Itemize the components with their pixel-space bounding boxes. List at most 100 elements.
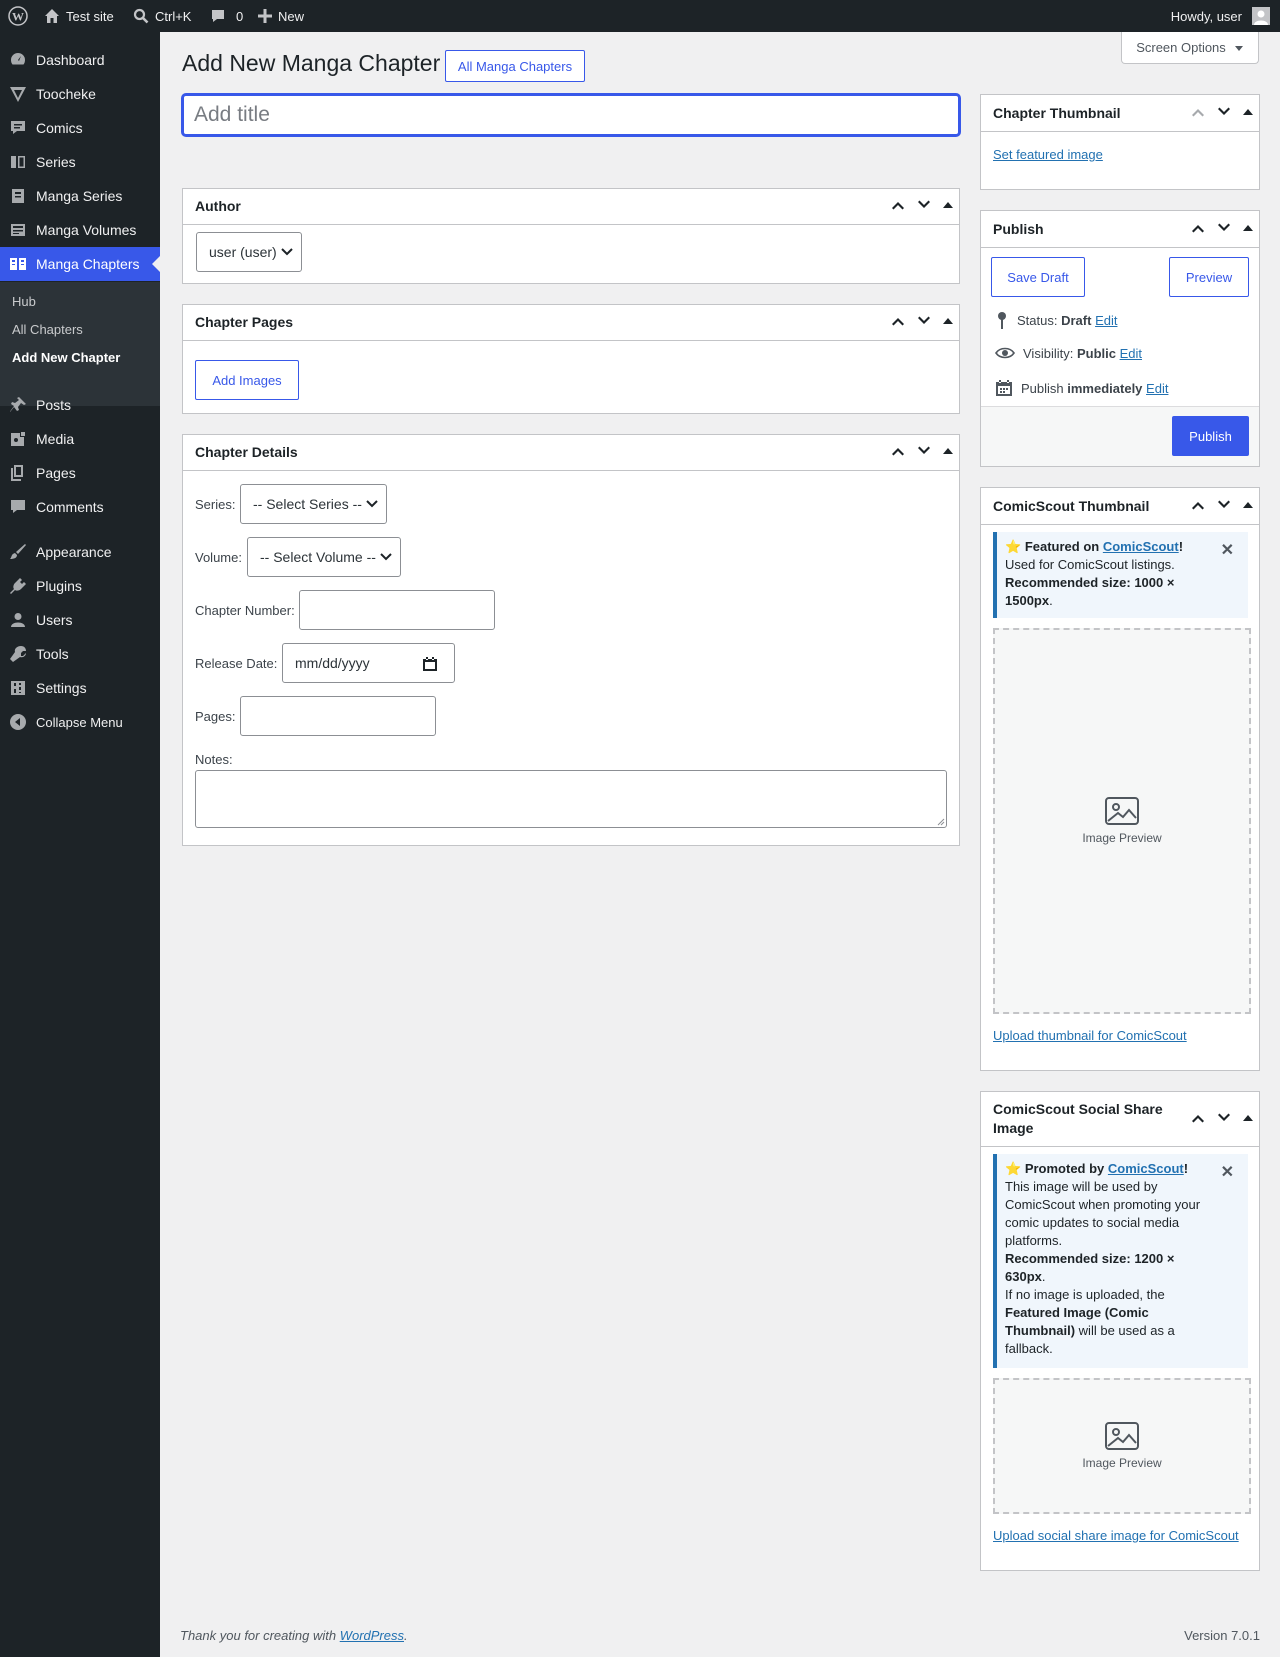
toggle-panel-icon[interactable]	[941, 198, 955, 215]
sidebar-item-comics[interactable]: Comics	[0, 111, 160, 145]
upload-thumbnail-link[interactable]: Upload thumbnail for ComicScout	[993, 1028, 1187, 1043]
wordpress-link[interactable]: WordPress	[340, 1628, 404, 1643]
comicscout-link[interactable]: ComicScout	[1108, 1161, 1184, 1176]
sidebar-item-label: Tools	[36, 646, 69, 662]
title-input[interactable]	[182, 94, 960, 136]
volume-select[interactable]: -- Select Volume --	[247, 537, 401, 577]
sidebar-item-dashboard[interactable]: Dashboard	[0, 43, 160, 77]
sidebar-item-series[interactable]: Series	[0, 145, 160, 179]
sidebar-item-label: Dashboard	[36, 52, 105, 68]
caret-down-icon	[1234, 45, 1243, 51]
wordpress-logo-icon[interactable]: W	[8, 0, 28, 32]
comments-link[interactable]: 0	[210, 0, 243, 32]
toggle-panel-icon[interactable]	[1241, 1111, 1255, 1128]
chapter-thumbnail-metabox: Chapter Thumbnail Set featured image	[980, 94, 1260, 190]
toggle-panel-icon[interactable]	[1241, 498, 1255, 515]
chapter-number-input[interactable]	[299, 590, 495, 630]
move-up-icon[interactable]	[1189, 103, 1207, 124]
author-metabox-header: Author	[183, 189, 959, 225]
sidebar-collapse-menu[interactable]: Collapse Menu	[0, 705, 160, 739]
sidebar-item-label: Plugins	[36, 578, 82, 594]
release-date-label: Release Date:	[195, 656, 278, 671]
screen-options-button[interactable]: Screen Options	[1121, 32, 1259, 64]
submenu-item-all-chapters[interactable]: All Chapters	[12, 322, 83, 337]
search-icon	[133, 8, 149, 24]
metabox-handle-actions	[1189, 1092, 1255, 1146]
sidebar-item-label: Posts	[36, 397, 72, 413]
move-down-icon[interactable]	[915, 442, 933, 463]
add-images-button[interactable]: Add Images	[195, 360, 299, 400]
save-draft-button[interactable]: Save Draft	[991, 257, 1085, 297]
comicscout-image-preview[interactable]: Image Preview	[993, 628, 1251, 1014]
close-icon[interactable]: ✕	[1221, 542, 1234, 560]
image-preview-label: Image Preview	[1082, 1456, 1162, 1470]
move-up-icon[interactable]	[1189, 219, 1207, 240]
move-down-icon[interactable]	[1215, 1109, 1233, 1130]
volume-selected: -- Select Volume --	[260, 549, 376, 565]
sidebar-item-manga-volumes[interactable]: Manga Volumes	[0, 213, 160, 247]
toggle-panel-icon[interactable]	[1241, 105, 1255, 122]
sidebar-item-settings[interactable]: Settings	[0, 671, 160, 705]
manga-volumes-icon	[0, 221, 36, 239]
toggle-panel-icon[interactable]	[941, 444, 955, 461]
move-down-icon[interactable]	[915, 312, 933, 333]
sidebar-item-posts[interactable]: Posts	[0, 388, 160, 422]
sidebar-item-users[interactable]: Users	[0, 603, 160, 637]
notes-textarea[interactable]	[195, 770, 947, 828]
chapter-pages-title: Chapter Pages	[195, 314, 294, 330]
calendar-icon[interactable]	[422, 656, 438, 672]
publish-button[interactable]: Publish	[1172, 416, 1249, 456]
move-up-icon[interactable]	[889, 442, 907, 463]
set-featured-image-link[interactable]: Set featured image	[993, 147, 1103, 162]
sidebar-item-manga-series[interactable]: Manga Series	[0, 179, 160, 213]
sidebar-item-label: Settings	[36, 680, 87, 696]
metabox-handle-actions	[1189, 488, 1255, 524]
sidebar-item-comments[interactable]: Comments	[0, 490, 160, 524]
sidebar-item-appearance[interactable]: Appearance	[0, 535, 160, 569]
sidebar-item-tools[interactable]: Tools	[0, 637, 160, 671]
move-up-icon[interactable]	[1189, 496, 1207, 517]
series-select[interactable]: -- Select Series --	[240, 484, 387, 524]
all-manga-chapters-button[interactable]: All Manga Chapters	[445, 50, 585, 82]
sidebar-item-toocheke[interactable]: Toocheke	[0, 77, 160, 111]
submenu-item-add-new-chapter[interactable]: Add New Chapter	[12, 350, 120, 365]
toggle-panel-icon[interactable]	[941, 314, 955, 331]
pages-input[interactable]	[240, 696, 436, 736]
toggle-panel-icon[interactable]	[1241, 221, 1255, 238]
command-palette-button[interactable]: Ctrl+K	[133, 0, 191, 32]
move-down-icon[interactable]	[1215, 496, 1233, 517]
social-image-preview[interactable]: Image Preview	[993, 1378, 1251, 1514]
release-date-input[interactable]: mm/dd/yyyy	[282, 643, 455, 683]
author-select[interactable]: user (user)	[196, 232, 302, 272]
comicscout-link[interactable]: ComicScout	[1103, 539, 1179, 554]
release-date-placeholder: mm/dd/yyyy	[295, 655, 370, 671]
comicscout-promoted-notice: ⭐ Promoted by ComicScout! This image wil…	[993, 1154, 1248, 1368]
submenu-item-hub[interactable]: Hub	[12, 294, 36, 309]
move-up-icon[interactable]	[889, 196, 907, 217]
sidebar-item-manga-chapters[interactable]: Manga Chapters	[0, 247, 160, 281]
sidebar-item-media[interactable]: Media	[0, 422, 160, 456]
paintbrush-icon	[0, 543, 36, 561]
edit-status-link[interactable]: Edit	[1095, 313, 1117, 328]
new-content-link[interactable]: New	[258, 0, 304, 32]
edit-visibility-link[interactable]: Edit	[1120, 346, 1142, 361]
move-up-icon[interactable]	[1189, 1109, 1207, 1130]
metabox-handle-actions	[889, 305, 955, 340]
move-down-icon[interactable]	[1215, 219, 1233, 240]
edit-publish-date-link[interactable]: Edit	[1146, 381, 1168, 396]
resize-handle-icon[interactable]	[937, 818, 945, 826]
close-icon[interactable]: ✕	[1221, 1164, 1234, 1182]
series-selected: -- Select Series --	[253, 496, 362, 512]
sidebar-item-label: Appearance	[36, 544, 112, 560]
move-up-icon[interactable]	[889, 312, 907, 333]
sidebar-item-pages[interactable]: Pages	[0, 456, 160, 490]
star-icon: ⭐	[1005, 1161, 1022, 1176]
pages-label: Pages:	[195, 709, 236, 724]
preview-button[interactable]: Preview	[1169, 257, 1249, 297]
site-name-link[interactable]: Test site	[44, 0, 114, 32]
move-down-icon[interactable]	[1215, 103, 1233, 124]
account-menu[interactable]: Howdy, user	[1171, 0, 1270, 32]
sidebar-item-plugins[interactable]: Plugins	[0, 569, 160, 603]
move-down-icon[interactable]	[915, 196, 933, 217]
upload-social-image-link[interactable]: Upload social share image for ComicScout	[993, 1528, 1239, 1543]
